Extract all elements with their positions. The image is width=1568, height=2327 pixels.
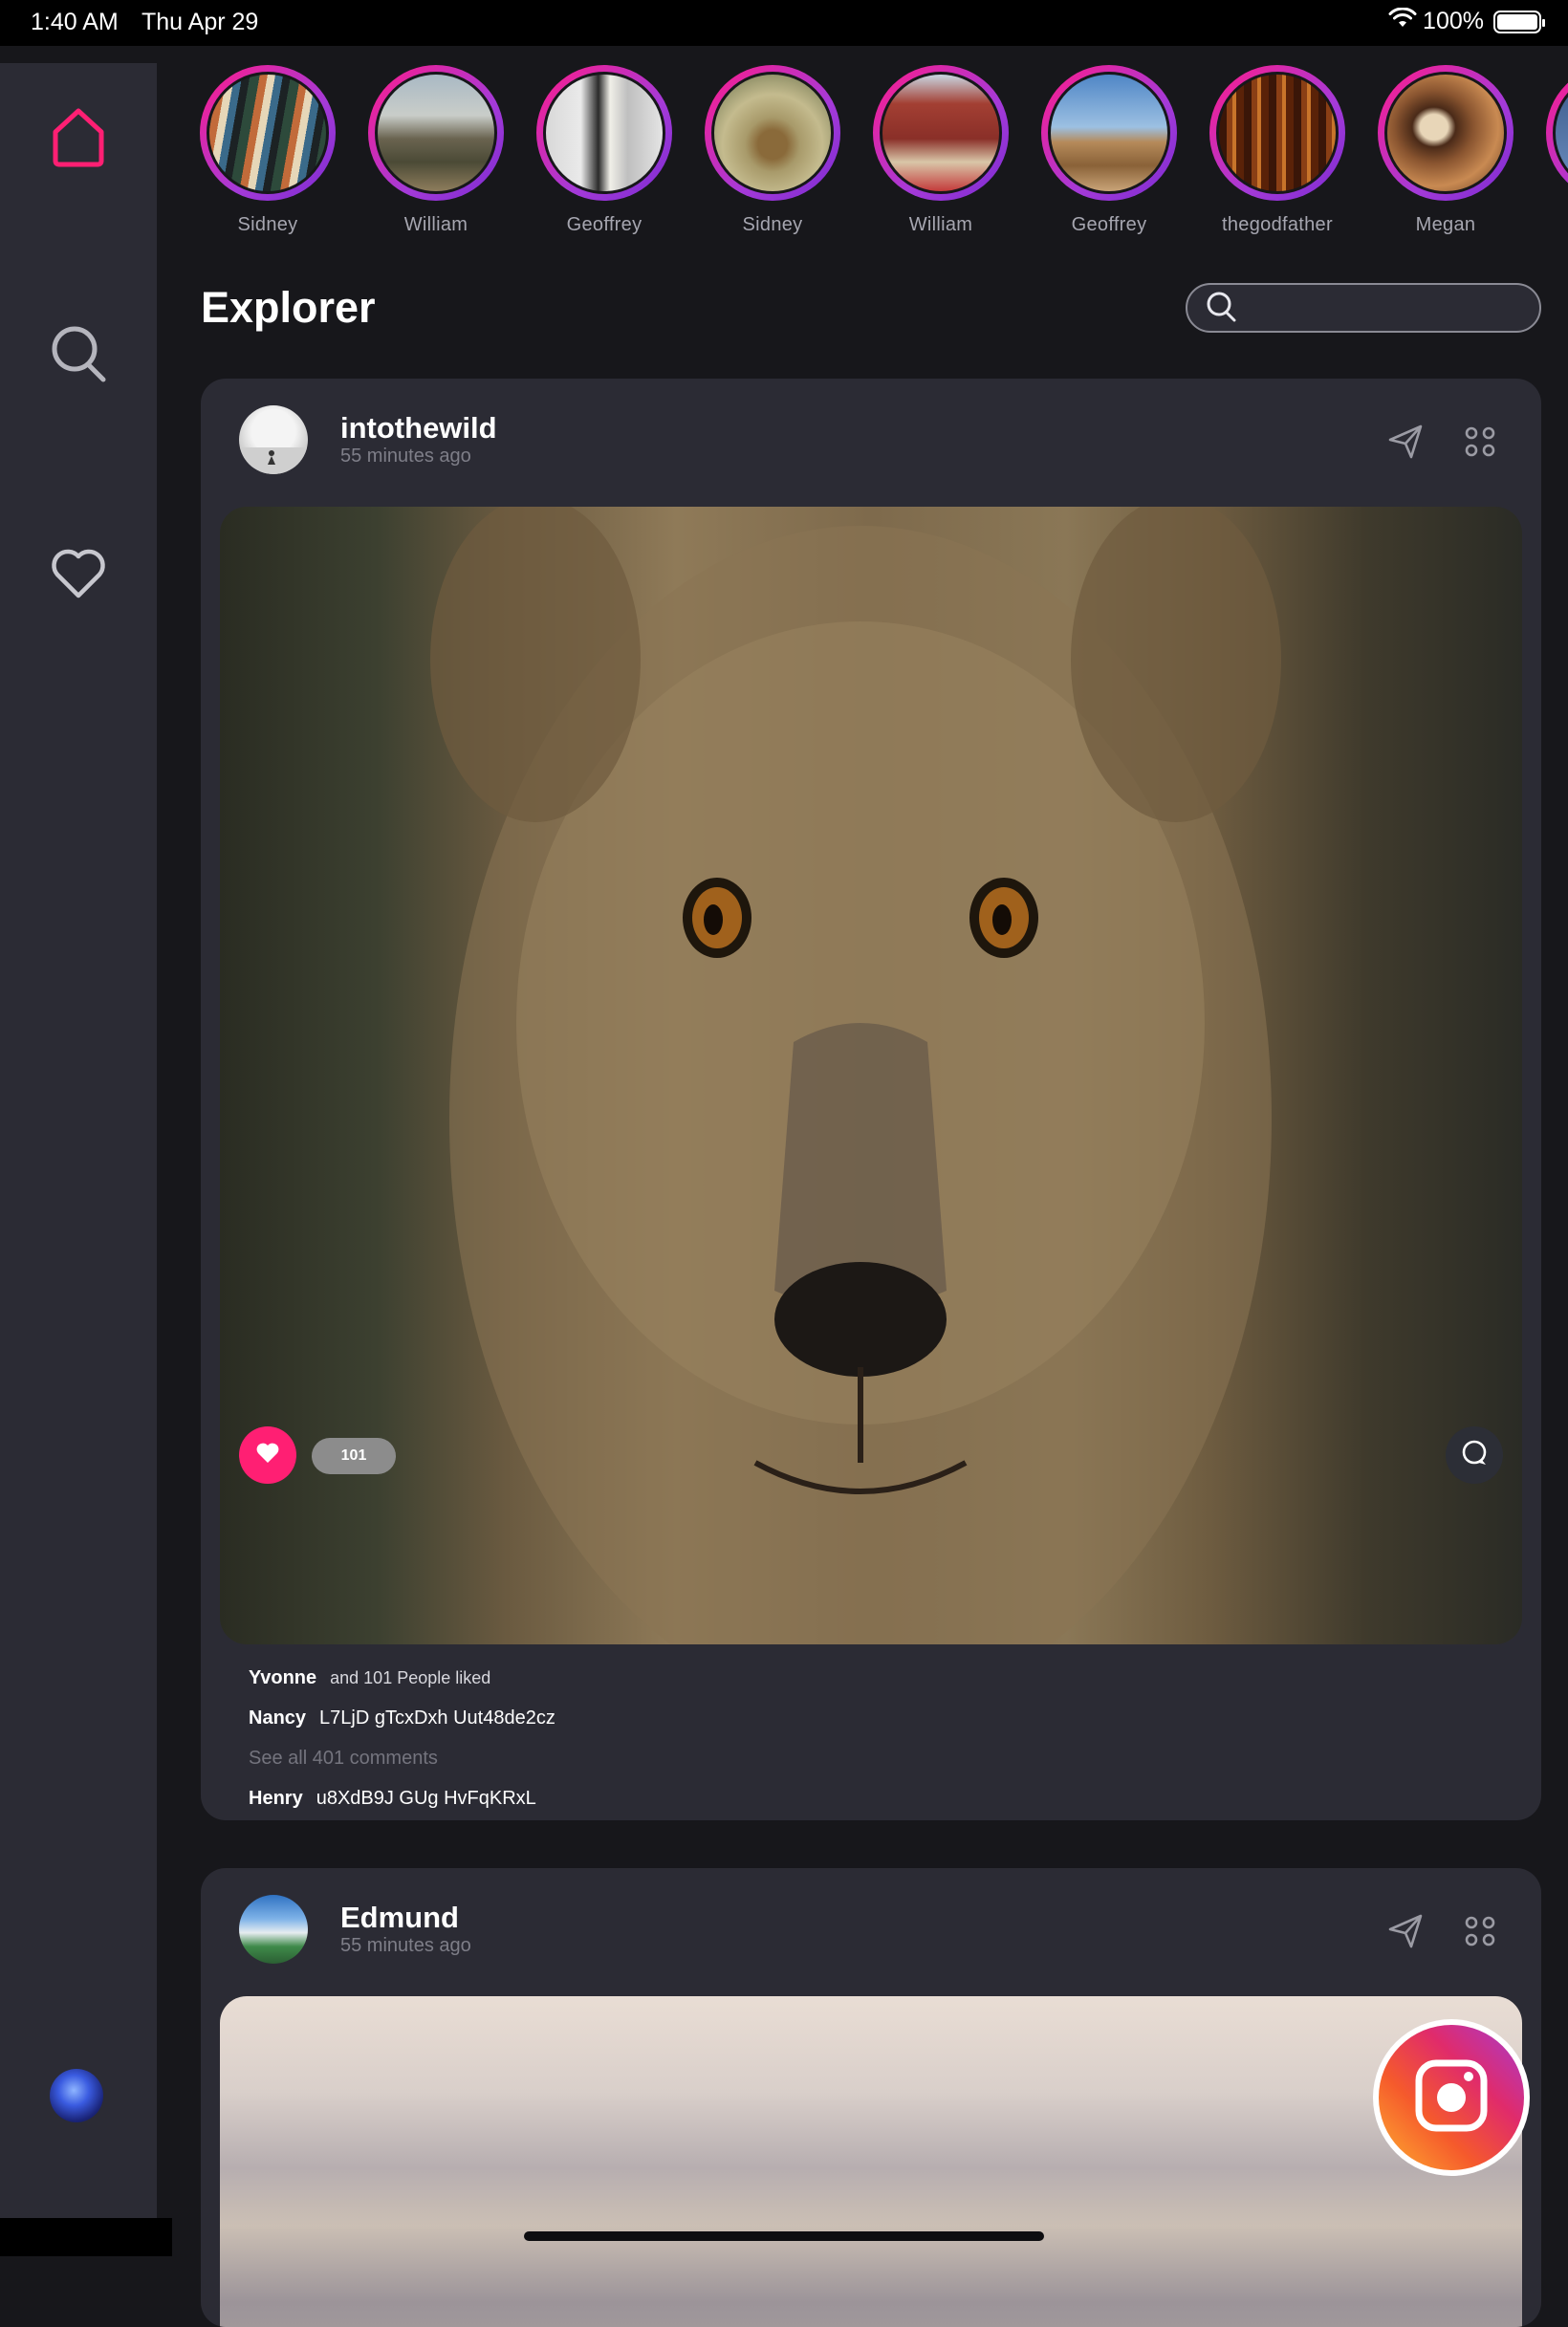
post-image[interactable] bbox=[220, 1996, 1522, 2327]
story-name: William bbox=[908, 214, 973, 235]
story-name: Geoffrey bbox=[1071, 214, 1147, 235]
post-time: 55 minutes ago bbox=[340, 1935, 471, 1956]
see-all-comments-link[interactable]: See all 401 comments bbox=[249, 1748, 438, 1770]
story-item[interactable]: Megan bbox=[1377, 65, 1514, 236]
story-name: Sidney bbox=[742, 214, 803, 235]
sidebar-bottom-edge bbox=[0, 2218, 172, 2256]
comment-user[interactable]: Henry bbox=[249, 1788, 303, 1809]
story-name: thegodfather bbox=[1222, 214, 1333, 235]
profile-avatar[interactable] bbox=[50, 2069, 103, 2122]
more-options-icon[interactable] bbox=[1461, 1912, 1499, 1955]
search-input[interactable] bbox=[1186, 283, 1541, 333]
story-item[interactable]: Geoffrey bbox=[1040, 65, 1178, 236]
story-item[interactable]: Sidney bbox=[704, 65, 841, 236]
story-item[interactable]: thegodfather bbox=[1209, 65, 1346, 236]
story-avatar-ring bbox=[368, 65, 504, 201]
heart-filled-icon bbox=[255, 1442, 280, 1469]
comment-row: Henry u8XdB9J GUg HvFqKRxL bbox=[249, 1788, 536, 1810]
story-avatar-ring bbox=[1546, 65, 1568, 201]
story-name: Megan bbox=[1415, 214, 1476, 235]
post-card: Edmund 55 minutes ago bbox=[201, 1868, 1541, 2327]
home-icon bbox=[48, 103, 109, 173]
comment-text: L7LjD gTcxDxh Uut48de2cz bbox=[319, 1707, 555, 1729]
comment-button[interactable] bbox=[1446, 1426, 1503, 1484]
heart-icon bbox=[50, 548, 107, 604]
camera-icon bbox=[1413, 2057, 1490, 2139]
search-icon bbox=[1205, 290, 1237, 327]
page-title: Explorer bbox=[201, 283, 376, 332]
battery-percent: 100% bbox=[1423, 8, 1484, 34]
status-date: Thu Apr 29 bbox=[142, 9, 259, 35]
sidebar-item-search[interactable] bbox=[38, 315, 119, 396]
comment-user[interactable]: Nancy bbox=[249, 1707, 306, 1729]
send-icon[interactable] bbox=[1386, 423, 1425, 466]
story-avatar-ring bbox=[536, 65, 672, 201]
post-card: intothewild 55 minutes ago 101 Yvonne an… bbox=[201, 379, 1541, 1820]
comment-text: u8XdB9J GUg HvFqKRxL bbox=[316, 1788, 536, 1809]
more-options-icon[interactable] bbox=[1461, 423, 1499, 466]
sidebar-item-likes[interactable] bbox=[38, 535, 119, 616]
story-item[interactable] bbox=[1545, 65, 1568, 201]
like-button[interactable] bbox=[239, 1426, 296, 1484]
story-item[interactable]: William bbox=[367, 65, 505, 236]
story-avatar-ring bbox=[200, 65, 336, 201]
battery-icon bbox=[1493, 10, 1545, 33]
post-image[interactable] bbox=[220, 507, 1522, 1644]
post-username[interactable]: intothewild bbox=[340, 411, 497, 446]
sidebar-item-home[interactable] bbox=[38, 98, 119, 178]
post-time: 55 minutes ago bbox=[340, 446, 471, 467]
story-avatar-ring bbox=[1041, 65, 1177, 201]
comment-icon bbox=[1459, 1438, 1490, 1473]
likes-summary: Yvonne and 101 People liked bbox=[249, 1667, 490, 1689]
post-username[interactable]: Edmund bbox=[340, 1901, 459, 1935]
search-icon bbox=[48, 322, 109, 390]
story-item[interactable]: Geoffrey bbox=[535, 65, 673, 236]
send-icon[interactable] bbox=[1386, 1912, 1425, 1955]
comment-row: Nancy L7LjD gTcxDxh Uut48de2cz bbox=[249, 1707, 555, 1729]
post-avatar[interactable] bbox=[239, 405, 308, 474]
liked-by-user[interactable]: Yvonne bbox=[249, 1667, 316, 1688]
post-avatar[interactable] bbox=[239, 1895, 308, 1964]
camera-fab-button[interactable] bbox=[1373, 2019, 1530, 2176]
home-indicator bbox=[524, 2231, 1044, 2241]
wifi-icon bbox=[1388, 7, 1417, 35]
story-name: Geoffrey bbox=[566, 214, 642, 235]
status-right: 100% bbox=[1388, 7, 1545, 35]
story-name: Sidney bbox=[237, 214, 298, 235]
status-time: 1:40 AM bbox=[31, 9, 119, 35]
sidebar bbox=[0, 63, 157, 2224]
story-item[interactable]: William bbox=[872, 65, 1010, 236]
story-avatar-ring bbox=[1209, 65, 1345, 201]
liked-text: and 101 People liked bbox=[330, 1668, 491, 1687]
story-avatar-ring bbox=[1378, 65, 1514, 201]
like-count-badge: 101 bbox=[312, 1438, 396, 1474]
story-avatar-ring bbox=[873, 65, 1009, 201]
story-name: William bbox=[403, 214, 468, 235]
status-bar: 1:40 AM Thu Apr 29 100% bbox=[0, 0, 1568, 46]
story-item[interactable]: Sidney bbox=[199, 65, 337, 236]
story-avatar-ring bbox=[705, 65, 840, 201]
stories-row: Sidney William Geoffrey Sidney William G… bbox=[199, 65, 1568, 247]
